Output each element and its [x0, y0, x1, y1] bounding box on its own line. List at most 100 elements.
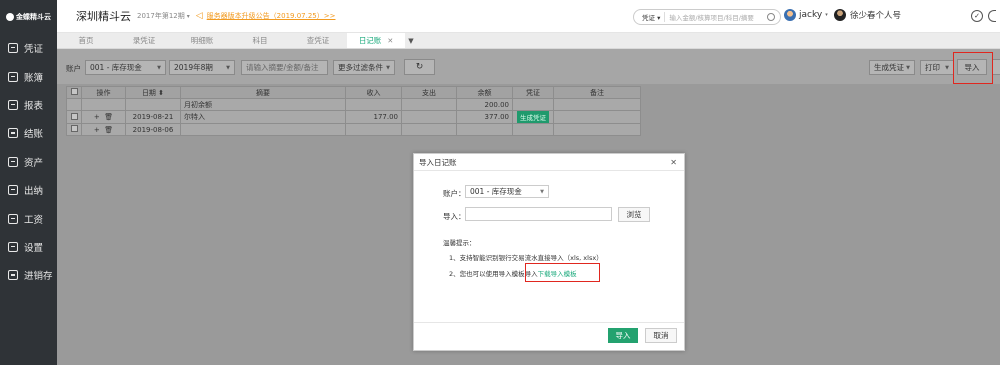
cancel-button[interactable]: 取消	[645, 328, 677, 343]
delete-row-icon[interactable]: 🗑	[104, 113, 113, 121]
sidebar-item-report[interactable]: 报表	[0, 91, 57, 119]
sidebar-item-label: 工资	[24, 214, 44, 226]
cell-summary: 尔特入	[180, 110, 346, 124]
table-row: + 🗑 2019-08-06	[66, 123, 641, 136]
chevron-down-icon: ▼	[540, 188, 544, 195]
sidebar-item-ledger[interactable]: 账簿	[0, 62, 57, 90]
help-icon[interactable]	[988, 10, 996, 22]
dialog-footer-divider	[414, 322, 684, 323]
account-value: 001 - 库存现金	[90, 63, 142, 72]
notice-link[interactable]: 服务器版本升级公告（2019.07.25）>>	[207, 11, 336, 21]
chevron-down-icon: ▼	[386, 64, 390, 71]
gear-icon	[8, 241, 18, 252]
generate-voucher-row-button[interactable]: 生成凭证	[517, 111, 549, 123]
tab-query-voucher[interactable]: 查凭证	[289, 33, 347, 48]
delete-row-icon[interactable]: 🗑	[104, 126, 113, 134]
sidebar-item-label: 进销存	[24, 271, 53, 283]
sidebar-item-label: 结账	[24, 129, 44, 141]
tab-home[interactable]: 首页	[57, 33, 115, 48]
tab-enter-voucher[interactable]: 录凭证	[115, 33, 173, 48]
sidebar-item-settings[interactable]: 设置	[0, 233, 57, 261]
chevron-down-icon: ▼	[226, 64, 230, 71]
chevron-down-icon[interactable]: ▾	[187, 13, 190, 20]
tab-more-dropdown[interactable]: ▼	[405, 33, 417, 48]
sidebar-item-label: 账簿	[24, 72, 44, 84]
search-icon[interactable]	[767, 13, 775, 21]
asset-icon	[8, 156, 18, 167]
tab-detail-ledger[interactable]: 明细账	[173, 33, 231, 48]
dialog-account-select[interactable]: 001 - 库存现金 ▼	[465, 185, 549, 198]
table-row: + 🗑 2019-08-21 尔特入 177.00 377.00 生成凭证	[66, 110, 641, 124]
period-select[interactable]: 2019年8期 ▼	[169, 60, 235, 75]
sidebar-item-inventory[interactable]: 进销存	[0, 261, 57, 289]
sidebar-item-cashier[interactable]: 出纳	[0, 176, 57, 204]
search-input[interactable]: 输入金额/核算项目/科目/摘要	[665, 12, 767, 22]
col-header-date-label: 日期	[141, 88, 156, 97]
sidebar-item-voucher[interactable]: 凭证	[0, 34, 57, 62]
tab-journal[interactable]: 日记账 ✕	[347, 33, 405, 48]
cell-summary	[180, 123, 346, 136]
row-checkbox[interactable]	[66, 123, 82, 136]
account-label: 账户	[66, 64, 81, 73]
close-icon[interactable]: ✕	[387, 33, 393, 49]
add-row-icon[interactable]: +	[94, 113, 100, 121]
close-icon[interactable]: ✕	[670, 158, 677, 167]
user-menu-personal[interactable]: 徐少春个人号	[834, 9, 901, 21]
cell-income	[345, 123, 402, 136]
cell-balance: 200.00	[456, 98, 513, 111]
generate-voucher-dropdown[interactable]: 生成凭证 ▼	[869, 60, 915, 75]
global-search[interactable]: 凭证 ▾ 输入金额/核算项目/科目/摘要	[633, 9, 781, 25]
cell-date: 2019-08-06	[125, 123, 181, 136]
dialog-title: 导入日记账	[414, 154, 684, 171]
col-header-voucher: 凭证	[512, 86, 554, 99]
dialog-account-value: 001 - 库存现金	[470, 187, 522, 196]
col-header-balance: 余额	[456, 86, 513, 99]
dialog-account-label: 账户：	[443, 189, 466, 198]
table-header-row: 操作 日期 ⬍ 摘要 收入 支出 余额 凭证 备注	[66, 86, 641, 99]
browse-button[interactable]: 浏览	[618, 207, 650, 222]
user-menu-jacky[interactable]: jacky ▾	[784, 9, 828, 21]
col-header-date[interactable]: 日期 ⬍	[125, 86, 181, 99]
period-label[interactable]: 2017年第12期	[137, 11, 185, 21]
dialog-import-label: 导入：	[443, 212, 466, 221]
cell-balance: 377.00	[456, 110, 513, 124]
refresh-button[interactable]: ↻	[404, 59, 435, 75]
logo-icon	[6, 13, 14, 21]
cell-income	[345, 98, 402, 111]
generate-voucher-label: 生成凭证	[874, 63, 904, 72]
tips-title: 温馨提示：	[443, 239, 476, 247]
sidebar-item-salary[interactable]: 工资	[0, 204, 57, 232]
add-row-icon[interactable]: +	[94, 126, 100, 134]
cell-expense	[401, 110, 457, 124]
logo-text: 金蝶精斗云	[16, 13, 51, 21]
sidebar-item-checkout[interactable]: 结账	[0, 119, 57, 147]
row-checkbox[interactable]	[66, 110, 82, 124]
select-all-checkbox[interactable]	[66, 86, 82, 99]
col-header-expense: 支出	[401, 86, 457, 99]
sidebar-item-asset[interactable]: 资产	[0, 148, 57, 176]
journal-table: 操作 日期 ⬍ 摘要 收入 支出 余额 凭证 备注 月初余额 200.00 + …	[66, 86, 641, 136]
row-ops: + 🗑	[81, 110, 126, 124]
check-circle-icon[interactable]: ✓	[971, 10, 983, 22]
tab-accounts[interactable]: 科目	[231, 33, 289, 48]
journal-toolbar: 账户 001 - 库存现金 ▼ 2019年8期 ▼ 请输入摘要/金额/备注 更多过滤…	[57, 49, 1000, 84]
tab-bar: 首页 录凭证 明细账 科目 查凭证 日记账 ✕ ▼	[57, 33, 1000, 49]
cell-expense	[401, 123, 457, 136]
avatar	[784, 9, 796, 21]
company-name[interactable]: 深圳精斗云	[76, 8, 131, 24]
import-file-input[interactable]	[465, 207, 612, 221]
sidebar-item-label: 设置	[24, 242, 44, 254]
sidebar-item-label: 出纳	[24, 186, 44, 198]
period-value: 2019年8期	[174, 63, 213, 72]
import-confirm-button[interactable]: 导入	[608, 328, 638, 343]
search-scope-select[interactable]: 凭证 ▾	[634, 12, 666, 22]
print-label: 打印	[925, 63, 940, 72]
col-header-ops: 操作	[81, 86, 126, 99]
filter-input[interactable]: 请输入摘要/金额/备注	[241, 60, 328, 75]
more-filter-dropdown[interactable]: 更多过滤条件 ▼	[333, 60, 395, 75]
more-button[interactable]	[992, 59, 1000, 75]
col-header-note: 备注	[553, 86, 641, 99]
ledger-icon	[8, 71, 18, 82]
print-dropdown[interactable]: 打印 ▼	[920, 60, 954, 75]
account-select[interactable]: 001 - 库存现金 ▼	[85, 60, 166, 75]
